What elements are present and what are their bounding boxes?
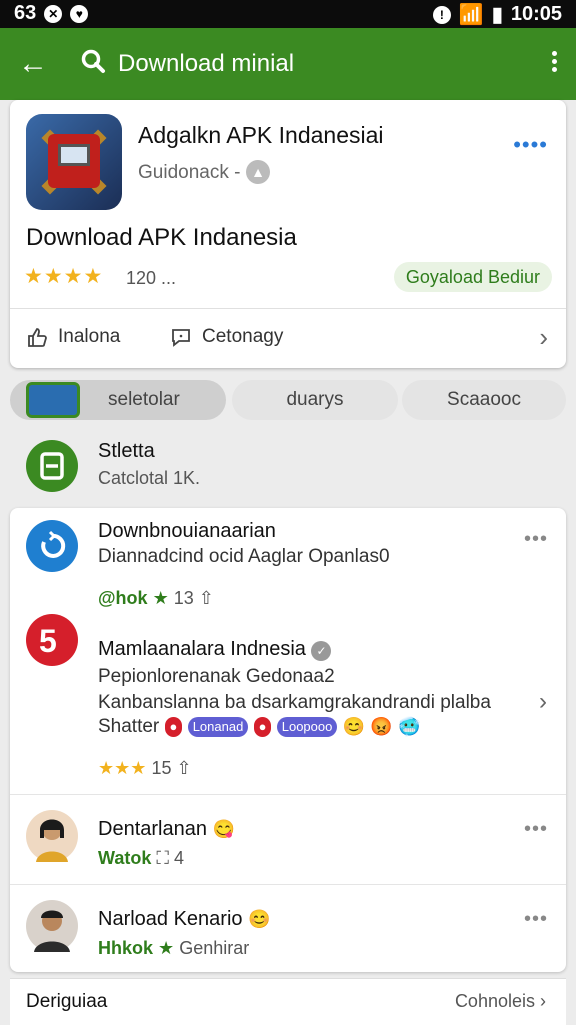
wifi-icon: 📶 — [458, 4, 484, 26]
section-subtitle: Catclotal 1K. — [98, 468, 201, 488]
divider — [10, 884, 566, 885]
item-tag: Watok — [98, 848, 152, 868]
download-chip-button[interactable]: Goyaload Bediur — [393, 262, 552, 292]
app-name[interactable]: Adgalkn APK Indanesiai — [138, 122, 384, 149]
bottom-bar: Deriguiaa Cohnoleis › — [10, 978, 566, 1025]
list-item[interactable]: Dentarlanan 😋 Watok ⛶ 4 ••• — [10, 798, 566, 882]
item-description: Pepionlorenanak Gedonaa2 — [98, 666, 335, 687]
star-rating: ★★★★ — [24, 265, 104, 288]
divider — [10, 794, 566, 795]
tab-bar: seletolar duarys Scaaooc — [10, 380, 566, 420]
smile-emoji-icon: 😊 — [342, 716, 366, 737]
emoji-icon: 😊 — [248, 909, 271, 930]
app-icon[interactable] — [26, 114, 122, 210]
avatar — [26, 810, 78, 862]
action-2-label: Cetonagy — [202, 326, 284, 347]
user-icon: ⛶ — [156, 848, 169, 868]
rating-count: 120 ... — [126, 268, 177, 288]
item-meta: @hok ★ 13 ⇧ — [98, 588, 214, 609]
item-title: Dentarlanan 😋 — [98, 818, 235, 840]
chat-icon: ♥ — [70, 4, 89, 23]
emoji-icon: 😋 — [212, 819, 235, 840]
status-time-left: 63 — [14, 2, 37, 24]
avatar — [26, 900, 78, 952]
chevron-right-icon[interactable]: › — [539, 688, 548, 716]
item-more-icon[interactable]: ••• — [524, 908, 548, 931]
bottom-left-label[interactable]: Deriguiaa — [26, 991, 107, 1013]
comment-icon — [172, 329, 190, 347]
item-rating: ★ — [158, 938, 175, 958]
tab-2[interactable]: duarys — [232, 380, 398, 420]
status-bar: 63 ✕ ♥ ! 📶 ▮ 10:05 — [0, 0, 576, 28]
list-item[interactable]: Narload Kenario 😊 Hhkok ★ Genhirar ••• — [10, 888, 566, 972]
pill-icon: ● — [253, 716, 272, 737]
item-meta: Watok ⛶ 4 — [98, 848, 184, 869]
list-item[interactable]: 5 Mamlaanalara Indnesia ✓ Pepionlorenana… — [10, 608, 566, 794]
overflow-menu-icon[interactable] — [550, 48, 558, 78]
search-query[interactable]: Download minial — [118, 50, 294, 78]
tab-1-label: seletolar — [108, 389, 180, 410]
item-count: 15 — [151, 758, 172, 778]
app-card[interactable]: Adgalkn APK Indanesiai Guidonack - ▲ •••… — [10, 100, 566, 368]
pill-2: Loopooo — [276, 716, 338, 737]
item-count: 4 — [173, 848, 184, 868]
list-item[interactable]: Downbnouianaarian Diannadcind ocid Aagla… — [10, 508, 566, 608]
item-rating: ★ — [152, 588, 169, 608]
pill-1: Lonanad — [187, 716, 249, 737]
section-title: Stletta — [98, 440, 155, 462]
svg-text:5: 5 — [39, 623, 57, 659]
tab-3[interactable]: Scaaooc — [402, 380, 566, 420]
verified-badge-icon: ▲ — [246, 160, 270, 184]
chevron-right-icon[interactable]: › — [539, 322, 548, 353]
notification-icon: ✕ — [44, 4, 63, 23]
face-emoji-icon: 😡 — [370, 716, 393, 737]
refresh-icon — [26, 520, 78, 572]
item-tag: Hhkok — [98, 938, 154, 958]
tab-selected[interactable]: seletolar — [10, 380, 226, 420]
item-meta: Hhkok ★ Genhirar — [98, 938, 249, 959]
document-icon — [26, 440, 78, 492]
verified-icon: ✓ — [311, 641, 332, 661]
cold-emoji-icon: 🥶 — [398, 716, 421, 737]
divider — [10, 308, 566, 309]
status-time-right: 10:05 — [510, 3, 562, 25]
item-title: Mamlaanalara Indnesia ✓ — [98, 638, 332, 661]
item-meta: ★★★ 15 ⇧ — [98, 758, 192, 779]
item-description-3: Shatter ● Lonanad ● Loopooo 😊 😡 🥶 — [98, 716, 421, 737]
card-more-icon[interactable]: •••• — [513, 132, 548, 158]
thumbs-up-icon — [28, 328, 47, 347]
results-list: Downbnouianaarian Diannadcind ocid Aagla… — [10, 508, 566, 972]
bottom-right-link[interactable]: Cohnoleis › — [455, 991, 546, 1012]
battery-icon: ▮ — [491, 4, 503, 26]
app-bar: ← Download minial — [0, 28, 576, 100]
item-more-icon[interactable]: ••• — [524, 528, 548, 551]
upload-icon: ⇧ — [198, 588, 214, 608]
app-headline: Download APK Indanesia — [26, 224, 297, 251]
app-5-icon: 5 — [26, 614, 78, 666]
item-count: 13 — [173, 588, 194, 608]
upload-icon: ⇧ — [176, 758, 192, 778]
section-row[interactable]: Stletta Catclotal 1K. — [0, 430, 576, 504]
image-icon — [26, 382, 80, 418]
item-more-icon[interactable]: ••• — [524, 818, 548, 841]
item-description: Diannadcind ocid Aaglar Opanlas0 — [98, 546, 390, 567]
item-description-2: Kanbanslanna ba dsarkamgrakandrandi plal… — [98, 692, 491, 713]
action-1-label: Inalona — [58, 326, 121, 347]
search-icon[interactable] — [80, 48, 106, 74]
item-title: Narload Kenario 😊 — [98, 908, 271, 930]
pill-icon: ● — [164, 716, 183, 737]
item-title: Downbnouianaarian — [98, 520, 276, 542]
install-action[interactable]: Inalona — [26, 326, 120, 348]
back-arrow-icon[interactable]: ← — [18, 46, 48, 82]
item-tag: @hok — [98, 588, 148, 608]
alarm-icon: ! — [432, 5, 451, 24]
item-rating: ★★★ — [98, 758, 147, 778]
category-action[interactable]: Cetonagy — [170, 326, 283, 348]
item-meta-text: Genhirar — [179, 938, 250, 958]
app-developer[interactable]: Guidonack - — [138, 162, 240, 184]
